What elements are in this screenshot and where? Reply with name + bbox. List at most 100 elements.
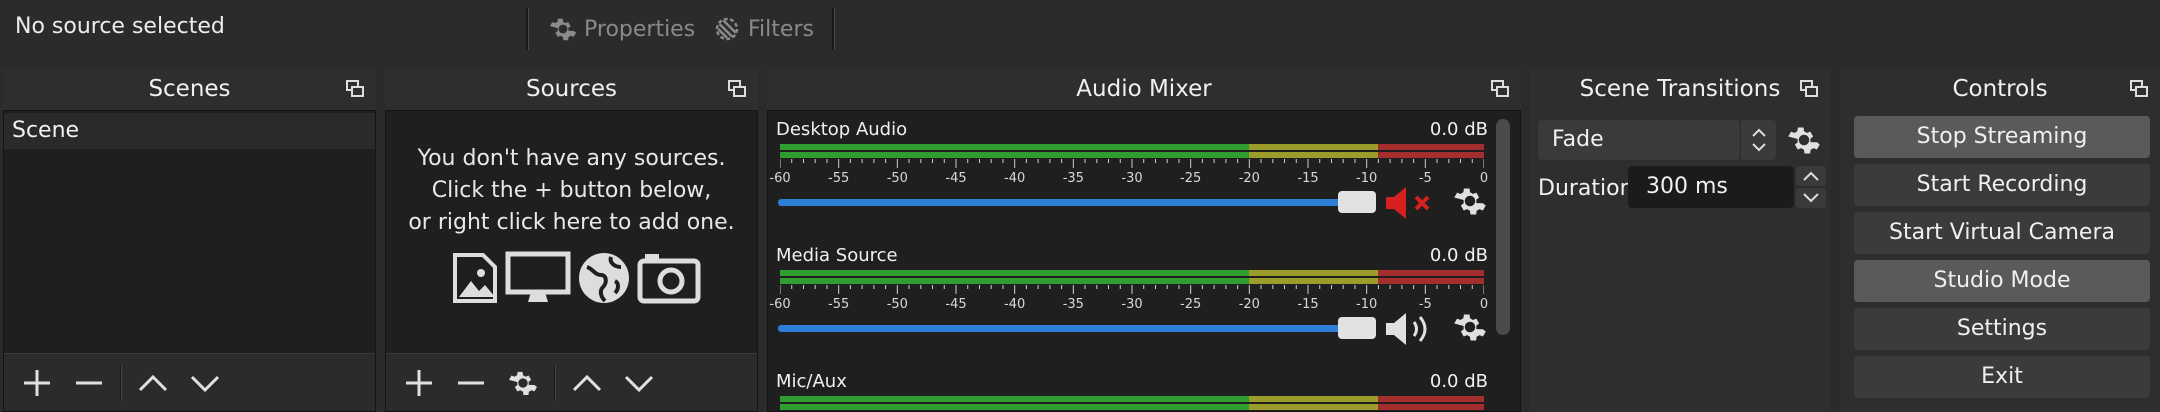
empty-line: You don't have any sources. [417, 146, 726, 171]
meter-tick-label: -25 [1180, 297, 1202, 312]
scene-transitions-dock: Scene Transitions Fade Duration 300 ms [1530, 68, 1830, 412]
filters-label: Filters [748, 16, 814, 42]
mixer-channel: Media Source 0.0 dB -60 -55 -50 -45 -40 -35 -3… [769, 245, 1492, 371]
remove-scene-button[interactable] [68, 362, 110, 404]
muted-speaker-icon[interactable] [1384, 183, 1444, 223]
move-scene-up-button[interactable] [132, 362, 174, 404]
plus-icon [24, 369, 50, 396]
float-dock-icon[interactable] [1491, 80, 1509, 98]
scene-transitions-title: Scene Transitions [1579, 76, 1781, 102]
volume-slider[interactable] [778, 317, 1378, 339]
settings-button[interactable]: Settings [1854, 308, 2150, 350]
globe-icon [579, 253, 629, 303]
empty-line: Click the + button below, [431, 178, 712, 203]
meter-segment [780, 278, 1250, 284]
channel-db: 0.0 dB [1429, 245, 1488, 266]
toolbar-separator [554, 364, 556, 401]
meter-segment [1378, 152, 1484, 158]
meter-tick-label: -55 [828, 297, 850, 312]
scene-transitions-body: Fade Duration 300 ms [1530, 110, 1830, 412]
start-virtual-camera-button[interactable]: Start Virtual Camera [1854, 212, 2150, 254]
scenes-dock: Scenes Scene [3, 68, 376, 412]
properties-label: Properties [584, 16, 696, 42]
meter-tick-label: -45 [945, 297, 967, 312]
move-scene-down-button[interactable] [184, 362, 226, 404]
float-dock-icon[interactable] [346, 80, 364, 98]
slider-handle[interactable] [1338, 191, 1376, 213]
mixer-scrollbar[interactable] [1496, 119, 1510, 335]
minus-icon [76, 381, 102, 384]
remove-source-button[interactable] [450, 362, 492, 404]
meter-segment [780, 270, 1250, 276]
meter-segment [780, 404, 1250, 410]
meter-segment [1378, 270, 1484, 276]
filters-button[interactable]: Filters [712, 10, 814, 48]
camera-icon [637, 254, 701, 304]
meter-tick-label: -35 [1062, 171, 1084, 186]
meter-tick-label: -50 [886, 297, 908, 312]
studio-mode-button[interactable]: Studio Mode [1854, 260, 2150, 302]
start-recording-button[interactable]: Start Recording [1854, 164, 2150, 206]
source-properties-button[interactable] [502, 362, 544, 404]
controls-title: Controls [1952, 76, 2048, 102]
scene-item[interactable]: Scene [4, 113, 375, 149]
meter-tick-label: -15 [1297, 171, 1319, 186]
audio-mixer-dock: Audio Mixer Desktop Audio 0.0 dB -60 -55 -… [767, 68, 1521, 412]
controls-dock: Controls Stop Streaming Start Recording … [1840, 68, 2160, 412]
duration-up-button[interactable] [1796, 166, 1826, 186]
empty-sources-message: You don't have any sources. Click the + … [386, 143, 757, 239]
toolbar-separator [120, 364, 122, 401]
duration-input[interactable]: 300 ms [1628, 166, 1794, 208]
meter-tick-label: -15 [1297, 297, 1319, 312]
properties-button[interactable]: Properties [548, 10, 695, 48]
meter-ticks: -60 -55 -50 -45 -40 -35 -30 -25 -20 -15 -10 -5 0 [769, 159, 1488, 187]
transition-select-arrows[interactable] [1740, 120, 1776, 160]
scenes-list[interactable]: Scene [3, 110, 376, 412]
gear-icon[interactable] [1452, 309, 1488, 345]
meter-tick-label: -10 [1356, 171, 1378, 186]
meter-segment [1378, 278, 1484, 284]
float-dock-icon[interactable] [2130, 80, 2148, 98]
channel-db: 0.0 dB [1429, 119, 1488, 140]
gear-icon [549, 18, 577, 41]
gear-icon[interactable] [1452, 183, 1488, 219]
speaker-icon[interactable] [1384, 309, 1444, 349]
duration-label: Duration [1538, 176, 1634, 201]
stop-streaming-button[interactable]: Stop Streaming [1854, 116, 2150, 158]
sources-list[interactable]: You don't have any sources. Click the + … [385, 110, 758, 412]
chevron-down-icon [624, 375, 654, 392]
source-toolbar: No source selected Properties Filters [0, 0, 2160, 60]
transition-select[interactable]: Fade [1538, 120, 1740, 160]
empty-line: or right click here to add one. [408, 210, 735, 235]
meter-tick-label: -45 [945, 171, 967, 186]
volume-meter [780, 396, 1484, 411]
chevron-down-icon [1803, 193, 1819, 203]
add-scene-button[interactable] [16, 362, 58, 404]
exit-button[interactable]: Exit [1854, 356, 2150, 398]
meter-segment [1249, 152, 1379, 158]
volume-slider[interactable] [778, 191, 1378, 213]
float-dock-icon[interactable] [728, 80, 746, 98]
meter-ticks: -60 -55 -50 -45 -40 -35 -30 -25 -20 -15 -10 -5 0 [769, 285, 1488, 313]
slider-handle[interactable] [1338, 317, 1376, 339]
meter-segment [1378, 144, 1484, 150]
scenes-title: Scenes [148, 76, 231, 102]
meter-tick-label: -30 [1121, 171, 1143, 186]
meter-segment [1249, 144, 1379, 150]
duration-down-button[interactable] [1796, 188, 1826, 208]
duration-stepper[interactable] [1796, 166, 1826, 208]
gear-icon[interactable] [1786, 122, 1822, 158]
move-source-up-button[interactable] [566, 362, 608, 404]
meter-segment [780, 144, 1250, 150]
audio-mixer-title: Audio Mixer [1076, 76, 1212, 102]
channel-name: Mic/Aux [776, 371, 847, 392]
source-type-icons [451, 251, 701, 305]
add-source-button[interactable] [398, 362, 440, 404]
chevron-up-icon [572, 374, 602, 391]
channel-name: Media Source [776, 245, 898, 266]
float-dock-icon[interactable] [1800, 80, 1818, 98]
move-source-down-button[interactable] [618, 362, 660, 404]
volume-meter [780, 270, 1484, 286]
meter-tick-label: -30 [1121, 297, 1143, 312]
monitor-icon [505, 251, 571, 302]
